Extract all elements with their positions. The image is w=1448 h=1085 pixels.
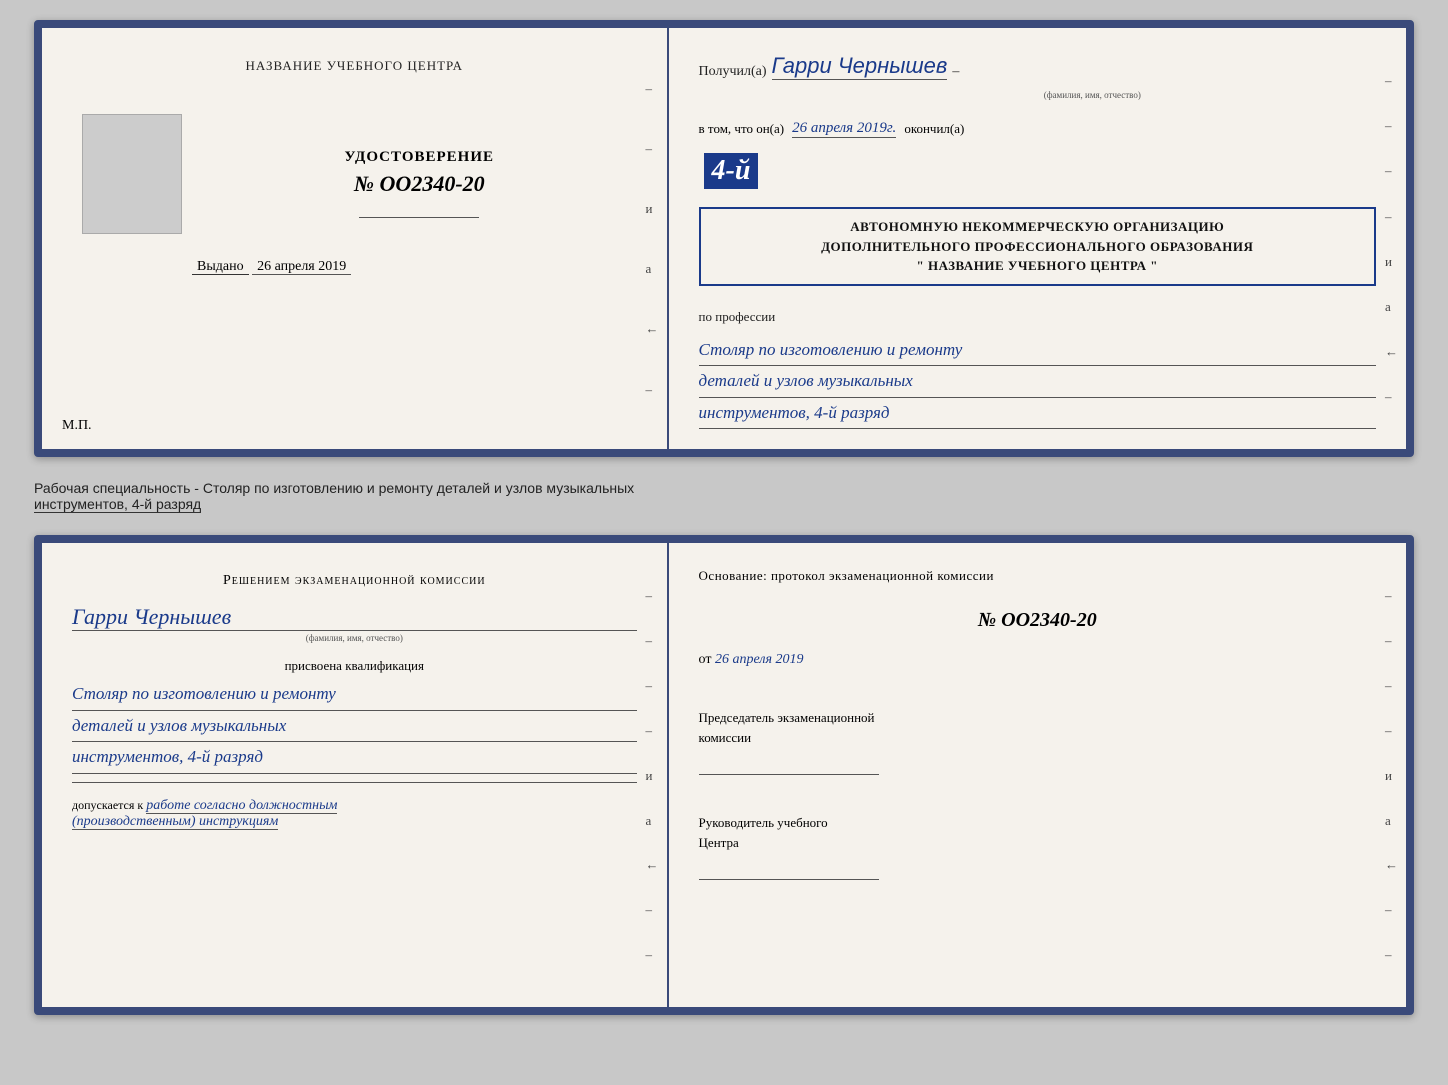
- right-dashes: – – и а ← –: [646, 28, 659, 449]
- right-dashes-bottom-right: – – – – и а ← – –: [1385, 543, 1398, 1007]
- dash-right: –: [952, 64, 959, 80]
- vtom-label: в том, что он(а): [699, 121, 785, 137]
- profession-label: по профессии: [699, 309, 1376, 325]
- top-document: НАЗВАНИЕ УЧЕБНОГО ЦЕНТРА УДОСТОВЕРЕНИЕ №…: [34, 20, 1414, 457]
- org-name: " НАЗВАНИЕ УЧЕБНОГО ЦЕНТРА ": [713, 256, 1362, 276]
- right-dashes-top-right: – – – – и а ← –: [1385, 28, 1398, 449]
- chairman-sign-line: [699, 755, 879, 775]
- from-date: от 26 апреля 2019: [699, 652, 1376, 668]
- issued-line: Выдано 26 апреля 2019: [192, 259, 351, 275]
- prisvoena-label: присвоена квалификация: [72, 658, 637, 674]
- fio-caption-bottom: (фамилия, имя, отчество): [72, 633, 637, 643]
- org-line1: АВТОНОМНУЮ НЕКОММЕРЧЕСКУЮ ОРГАНИЗАЦИЮ: [713, 217, 1362, 237]
- langle-char: ←: [646, 322, 659, 335]
- vtom-date: 26 апреля 2019г.: [792, 120, 896, 138]
- qual-block: Столяр по изготовлению и ремонту деталей…: [72, 679, 637, 774]
- rukov-line2: Центра: [699, 833, 1376, 853]
- name-block: Гарри Чернышев (фамилия, имя, отчество): [72, 604, 637, 643]
- caption: Рабочая специальность - Столяр по изгото…: [34, 475, 1414, 517]
- udost-number: № OO2340-20: [354, 171, 485, 197]
- bottom-doc-left: Решением экзаменационной комиссии Гарри …: [42, 543, 669, 1007]
- qual-line3: инструментов, 4-й разряд: [72, 742, 637, 774]
- issued-date: 26 апреля 2019: [252, 259, 351, 275]
- bottom-document: Решением экзаменационной комиссии Гарри …: [34, 535, 1414, 1015]
- vtom-line: в том, что он(а) 26 апреля 2019г. окончи…: [699, 120, 1376, 138]
- udost-title: УДОСТОВЕРЕНИЕ: [345, 149, 495, 166]
- center-title: НАЗВАНИЕ УЧЕБНОГО ЦЕНТРА: [246, 58, 463, 74]
- protocol-number: № OO2340-20: [699, 609, 1376, 632]
- qual-line1: Столяр по изготовлению и ремонту: [72, 679, 637, 711]
- qual-line2: деталей и узлов музыкальных: [72, 711, 637, 743]
- mp-label: М.П.: [62, 418, 92, 434]
- а-char: а: [646, 262, 659, 275]
- chairman-block: Председатель экзаменационной комиссии: [699, 708, 1376, 783]
- profession-line2: деталей и узлов музыкальных: [699, 366, 1376, 398]
- fio-caption-top: (фамилия, имя, отчество): [809, 90, 1376, 100]
- year-badge: 4-й: [704, 153, 759, 189]
- bottom-name: Гарри Чернышев: [72, 604, 637, 631]
- rukov-block: Руководитель учебного Центра: [699, 813, 1376, 888]
- rukov-line1: Руководитель учебного: [699, 813, 1376, 833]
- и-char: и: [646, 202, 659, 215]
- dopusk-line: допускается к работе согласно должностны…: [72, 798, 637, 830]
- profession-line1: Столяр по изготовлению и ремонту: [699, 335, 1376, 367]
- caption-underline: инструментов, 4-й разряд: [34, 496, 201, 513]
- photo-placeholder: [82, 114, 182, 234]
- top-doc-right: Получил(а) Гарри Чернышев – (фамилия, им…: [669, 28, 1406, 449]
- recipient-name: Гарри Чернышев: [772, 53, 948, 80]
- dash-2: –: [646, 142, 659, 155]
- chairman-line1: Председатель экзаменационной: [699, 708, 1376, 728]
- dash-3: –: [646, 383, 659, 396]
- from-date-value: 26 апреля 2019: [715, 652, 803, 667]
- rukov-sign-line: [699, 860, 879, 880]
- issued-label: Выдано: [192, 259, 249, 275]
- commission-title: Решением экзаменационной комиссии: [72, 573, 637, 589]
- osnov-label: Основание: протокол экзаменационной коми…: [699, 568, 1376, 584]
- bottom-doc-right: Основание: протокол экзаменационной коми…: [669, 543, 1406, 1007]
- caption-prefix: Рабочая специальность - Столяр по изгото…: [34, 480, 634, 496]
- dash-1: –: [646, 82, 659, 95]
- org-block: АВТОНОМНУЮ НЕКОММЕРЧЕСКУЮ ОРГАНИЗАЦИЮ ДО…: [699, 207, 1376, 286]
- org-line2: ДОПОЛНИТЕЛЬНОГО ПРОФЕССИОНАЛЬНОГО ОБРАЗО…: [713, 237, 1362, 257]
- top-doc-left: НАЗВАНИЕ УЧЕБНОГО ЦЕНТРА УДОСТОВЕРЕНИЕ №…: [42, 28, 669, 449]
- okonchil-label: окончил(а): [904, 121, 964, 137]
- from-label: от: [699, 652, 712, 667]
- profession-block: Столяр по изготовлению и ремонту деталей…: [699, 335, 1376, 430]
- recipient-line: Получил(а) Гарри Чернышев –: [699, 53, 1376, 80]
- profession-line3: инструментов, 4-й разряд: [699, 398, 1376, 430]
- poluchil-label: Получил(а): [699, 64, 767, 80]
- chairman-line2: комиссии: [699, 728, 1376, 748]
- dopusk-prefix: допускается к: [72, 798, 143, 812]
- right-dashes-bottom-left: – – – – и а ← – –: [646, 543, 659, 1007]
